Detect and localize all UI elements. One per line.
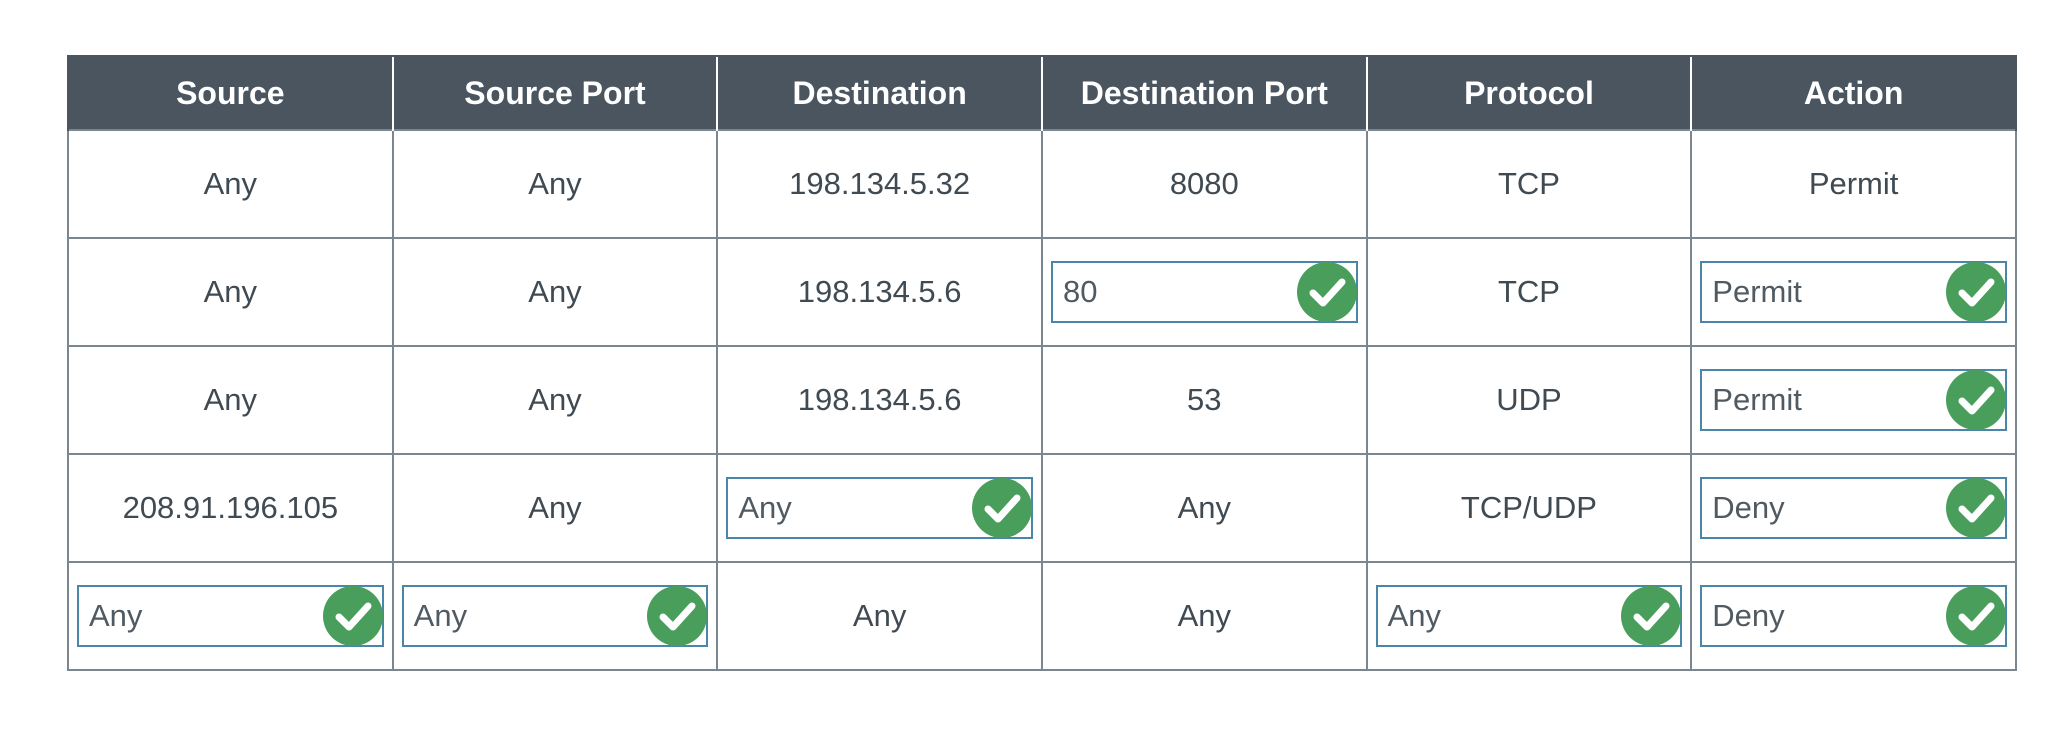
header-protocol: Protocol [1365,55,1692,130]
table-row: Any Any Any Any Any Deny [67,561,2017,671]
answer-drop-box[interactable]: Deny [1700,585,2007,647]
check-circle-icon [1621,586,1682,646]
cell-protocol: TCP [1365,237,1693,347]
cell-action: Permit [1690,237,2017,347]
answer-drop-box[interactable]: Any [77,585,384,647]
cell-protocol: TCP [1365,129,1693,239]
cell-destination: 198.134.5.32 [716,129,1043,239]
cell-protocol: TCP/UDP [1365,453,1693,563]
answer-text: Any [89,598,143,633]
cell-destination: 198.134.5.6 [716,237,1043,347]
table-row: Any Any 198.134.5.6 80 TCP Permit [67,237,2017,347]
firewall-rule-table: Source Source Port Destination Destinati… [67,55,2017,671]
answer-drop-box[interactable]: Permit [1700,369,2007,431]
table-row: Any Any 198.134.5.32 8080 TCP Permit [67,129,2017,239]
header-destination: Destination [716,55,1042,130]
cell-destination: 198.134.5.6 [716,345,1043,455]
cell-source-port: Any [391,345,719,455]
check-circle-icon [1296,262,1357,322]
cell-source: Any [67,129,394,239]
answer-text: 80 [1062,274,1098,309]
cell-source-port: Any [391,237,719,347]
header-source-port: Source Port [391,55,718,130]
header-destination-port: Destination Port [1040,55,1367,130]
cell-source: Any [67,237,394,347]
answer-text: Any [413,598,468,633]
answer-text: Any [738,490,792,525]
cell-source: Any [67,561,394,671]
table-row: 208.91.196.105 Any Any Any TCP/UDP Deny [67,453,2017,563]
cell-destination: Any [716,453,1043,563]
check-circle-icon [1945,262,2006,322]
check-circle-icon [647,586,708,646]
answer-drop-box[interactable]: Deny [1700,477,2007,539]
cell-source-port: Any [391,453,719,563]
cell-protocol: Any [1365,561,1693,671]
answer-drop-box[interactable]: Any [726,477,1033,539]
cell-destination-port: Any [1040,561,1368,671]
cell-destination-port: 8080 [1040,129,1368,239]
cell-source-port: Any [391,129,719,239]
cell-action: Deny [1690,453,2017,563]
answer-text: Permit [1712,382,1802,417]
cell-action: Permit [1690,345,2017,455]
check-circle-icon [1945,370,2006,430]
answer-text: Any [1387,598,1442,633]
answer-drop-box[interactable]: Any [1375,585,1683,647]
answer-text: Permit [1712,274,1802,309]
cell-destination-port: 53 [1040,345,1368,455]
answer-drop-box[interactable]: Any [401,585,709,647]
cell-source: Any [67,345,394,455]
answer-text: Deny [1712,490,1785,525]
answer-text: Deny [1712,598,1785,633]
check-circle-icon [322,586,383,646]
header-source: Source [67,55,393,130]
answer-drop-box[interactable]: Permit [1700,261,2007,323]
cell-destination: Any [716,561,1043,671]
check-circle-icon [1945,478,2006,538]
cell-destination-port: Any [1040,453,1368,563]
cell-action: Deny [1690,561,2017,671]
cell-source: 208.91.196.105 [67,453,394,563]
cell-protocol: UDP [1365,345,1693,455]
check-circle-icon [1945,586,2006,646]
cell-source-port: Any [391,561,719,671]
answer-drop-box[interactable]: 80 [1050,261,1358,323]
cell-destination-port: 80 [1040,237,1368,347]
table-header-row: Source Source Port Destination Destinati… [67,55,2017,130]
check-circle-icon [971,478,1032,538]
table-row: Any Any 198.134.5.6 53 UDP Permit [67,345,2017,455]
cell-action: Permit [1690,129,2017,239]
header-action: Action [1690,55,2017,130]
